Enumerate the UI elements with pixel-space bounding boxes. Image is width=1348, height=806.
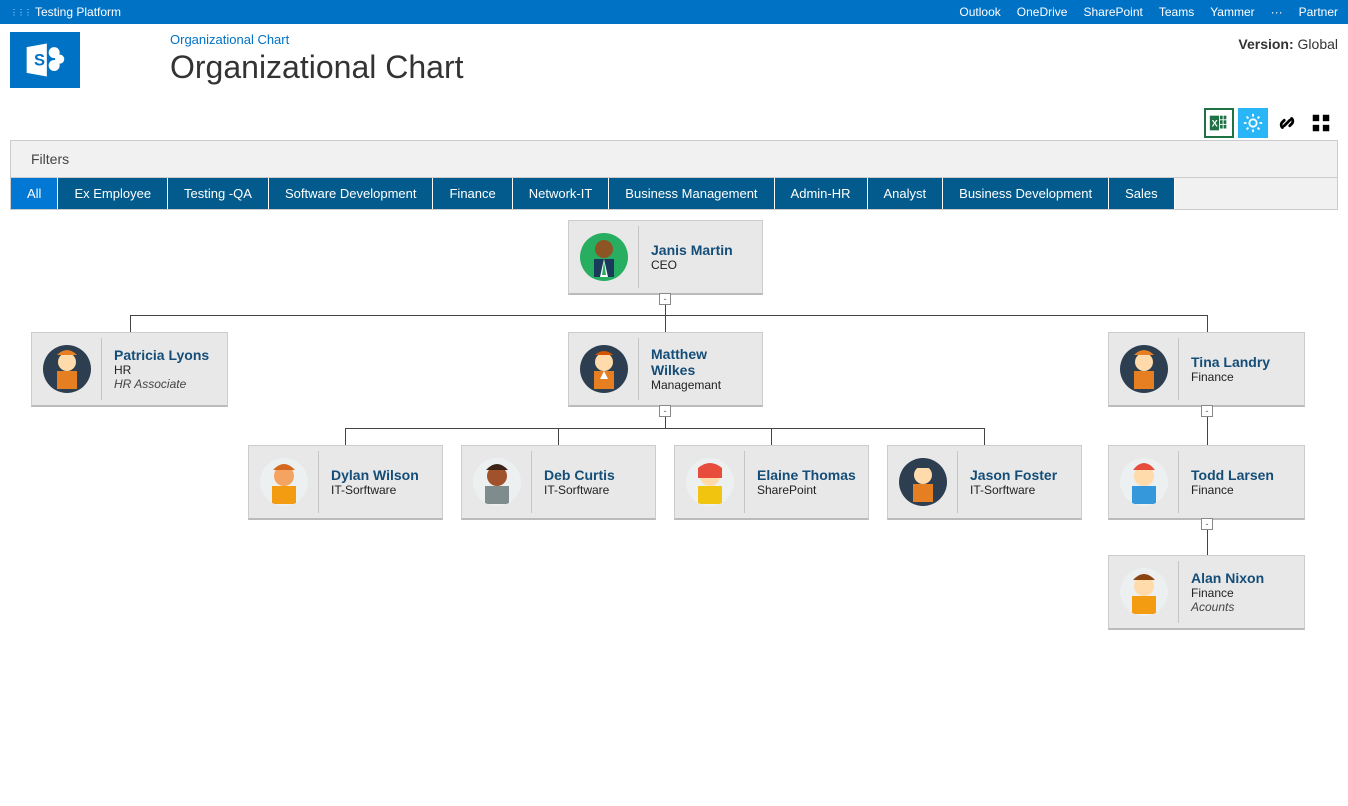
filters-header: Filters: [11, 141, 1337, 177]
suite-link-yammer[interactable]: Yammer: [1210, 5, 1254, 19]
filter-tab-network-it[interactable]: Network-IT: [513, 178, 610, 209]
node-dept: IT-Sorftware: [544, 483, 643, 497]
gear-icon: [1242, 112, 1264, 134]
suite-links: Outlook OneDrive SharePoint Teams Yammer ··· P…: [959, 5, 1338, 19]
node-dept: SharePoint: [757, 483, 856, 497]
filter-tab-analyst[interactable]: Analyst: [868, 178, 944, 209]
node-dept: Managemant: [651, 378, 750, 392]
link-icon: [1276, 112, 1298, 134]
grid-icon: [1310, 112, 1332, 134]
node-hr[interactable]: Patricia Lyons HR HR Associate: [31, 332, 228, 407]
avatar-icon: [580, 233, 628, 281]
filter-tab-testing--qa[interactable]: Testing -QA: [168, 178, 269, 209]
filter-tabs: AllEx EmployeeTesting -QASoftware Develo…: [11, 177, 1337, 209]
suite-link-partner[interactable]: Partner: [1299, 5, 1338, 19]
filter-tab-all[interactable]: All: [11, 178, 58, 209]
suite-link-teams[interactable]: Teams: [1159, 5, 1194, 19]
node-name: Patricia Lyons: [114, 347, 215, 363]
node-role: HR Associate: [114, 377, 215, 391]
collapse-handle[interactable]: -: [659, 293, 671, 305]
avatar-icon: [473, 458, 521, 506]
filter-tab-sales[interactable]: Sales: [1109, 178, 1175, 209]
node-name: Jason Foster: [970, 467, 1069, 483]
sharepoint-icon: S: [23, 38, 67, 82]
node-it2[interactable]: Deb Curtis IT-Sorftware: [461, 445, 656, 520]
avatar-icon: [1120, 458, 1168, 506]
avatar-icon: [260, 458, 308, 506]
avatar-icon: [43, 345, 91, 393]
node-dept: HR: [114, 363, 215, 377]
avatar-icon: [1120, 345, 1168, 393]
node-dept: IT-Sorftware: [970, 483, 1069, 497]
grid-view-button[interactable]: [1306, 108, 1336, 138]
collapse-handle[interactable]: -: [659, 405, 671, 417]
avatar-icon: [1120, 568, 1168, 616]
page-title: Organizational Chart: [170, 49, 463, 86]
suite-link-···[interactable]: ···: [1271, 5, 1283, 19]
avatar-icon: [580, 345, 628, 393]
node-name: Elaine Thomas: [757, 467, 856, 483]
grip-icon: ⋮⋮⋮: [10, 8, 31, 17]
avatar-icon: [686, 458, 734, 506]
filter-tab-finance[interactable]: Finance: [433, 178, 512, 209]
node-name: Deb Curtis: [544, 467, 643, 483]
node-it1[interactable]: Dylan Wilson IT-Sorftware: [248, 445, 443, 520]
suite-bar: ⋮⋮⋮ Testing Platform Outlook OneDrive Shar…: [0, 0, 1348, 24]
node-mgmt[interactable]: Matthew Wilkes Managemant: [568, 332, 763, 407]
filter-tab-business-management[interactable]: Business Management: [609, 178, 774, 209]
breadcrumb[interactable]: Organizational Chart: [170, 32, 463, 47]
node-name: Dylan Wilson: [331, 467, 430, 483]
node-name: Alan Nixon: [1191, 570, 1292, 586]
filter-tab-business-development[interactable]: Business Development: [943, 178, 1109, 209]
collapse-handle[interactable]: -: [1201, 405, 1213, 417]
node-dept: Finance: [1191, 483, 1292, 497]
filter-tab-ex-employee[interactable]: Ex Employee: [58, 178, 168, 209]
node-dept: Finance: [1191, 586, 1292, 600]
filters-panel: Filters AllEx EmployeeTesting -QASoftwar…: [10, 140, 1338, 210]
filter-tab-software-development[interactable]: Software Development: [269, 178, 434, 209]
sharepoint-logo[interactable]: S: [10, 32, 80, 88]
filter-tab-admin-hr[interactable]: Admin-HR: [775, 178, 868, 209]
version-label: Version: Global: [1238, 36, 1338, 52]
link-button[interactable]: [1272, 108, 1302, 138]
node-role: Acounts: [1191, 600, 1292, 614]
node-fin2[interactable]: Todd Larsen Finance: [1108, 445, 1305, 520]
svg-text:S: S: [34, 52, 45, 70]
node-it4[interactable]: Jason Foster IT-Sorftware: [887, 445, 1082, 520]
node-fin3[interactable]: Alan Nixon Finance Acounts: [1108, 555, 1305, 630]
settings-button[interactable]: [1238, 108, 1268, 138]
node-name: Tina Landry: [1191, 354, 1292, 370]
node-dept: CEO: [651, 258, 750, 272]
platform-name: Testing Platform: [35, 5, 121, 19]
node-it3[interactable]: Elaine Thomas SharePoint: [674, 445, 869, 520]
svg-text:X: X: [1212, 119, 1219, 129]
suite-link-sharepoint[interactable]: SharePoint: [1083, 5, 1142, 19]
avatar-icon: [899, 458, 947, 506]
excel-icon: X: [1208, 112, 1230, 134]
suite-link-outlook[interactable]: Outlook: [959, 5, 1000, 19]
page-header: S Organizational Chart Organizational Ch…: [0, 24, 1348, 96]
node-name: Todd Larsen: [1191, 467, 1292, 483]
toolbar: X: [1204, 108, 1336, 138]
node-name: Matthew Wilkes: [651, 346, 750, 378]
excel-export-button[interactable]: X: [1204, 108, 1234, 138]
node-dept: IT-Sorftware: [331, 483, 430, 497]
node-dept: Finance: [1191, 370, 1292, 384]
suite-link-onedrive[interactable]: OneDrive: [1017, 5, 1068, 19]
node-name: Janis Martin: [651, 242, 750, 258]
node-ceo[interactable]: Janis Martin CEO: [568, 220, 763, 295]
org-chart: Janis Martin CEO - Patricia Lyons HR HR …: [10, 220, 1338, 700]
collapse-handle[interactable]: -: [1201, 518, 1213, 530]
node-fin[interactable]: Tina Landry Finance: [1108, 332, 1305, 407]
